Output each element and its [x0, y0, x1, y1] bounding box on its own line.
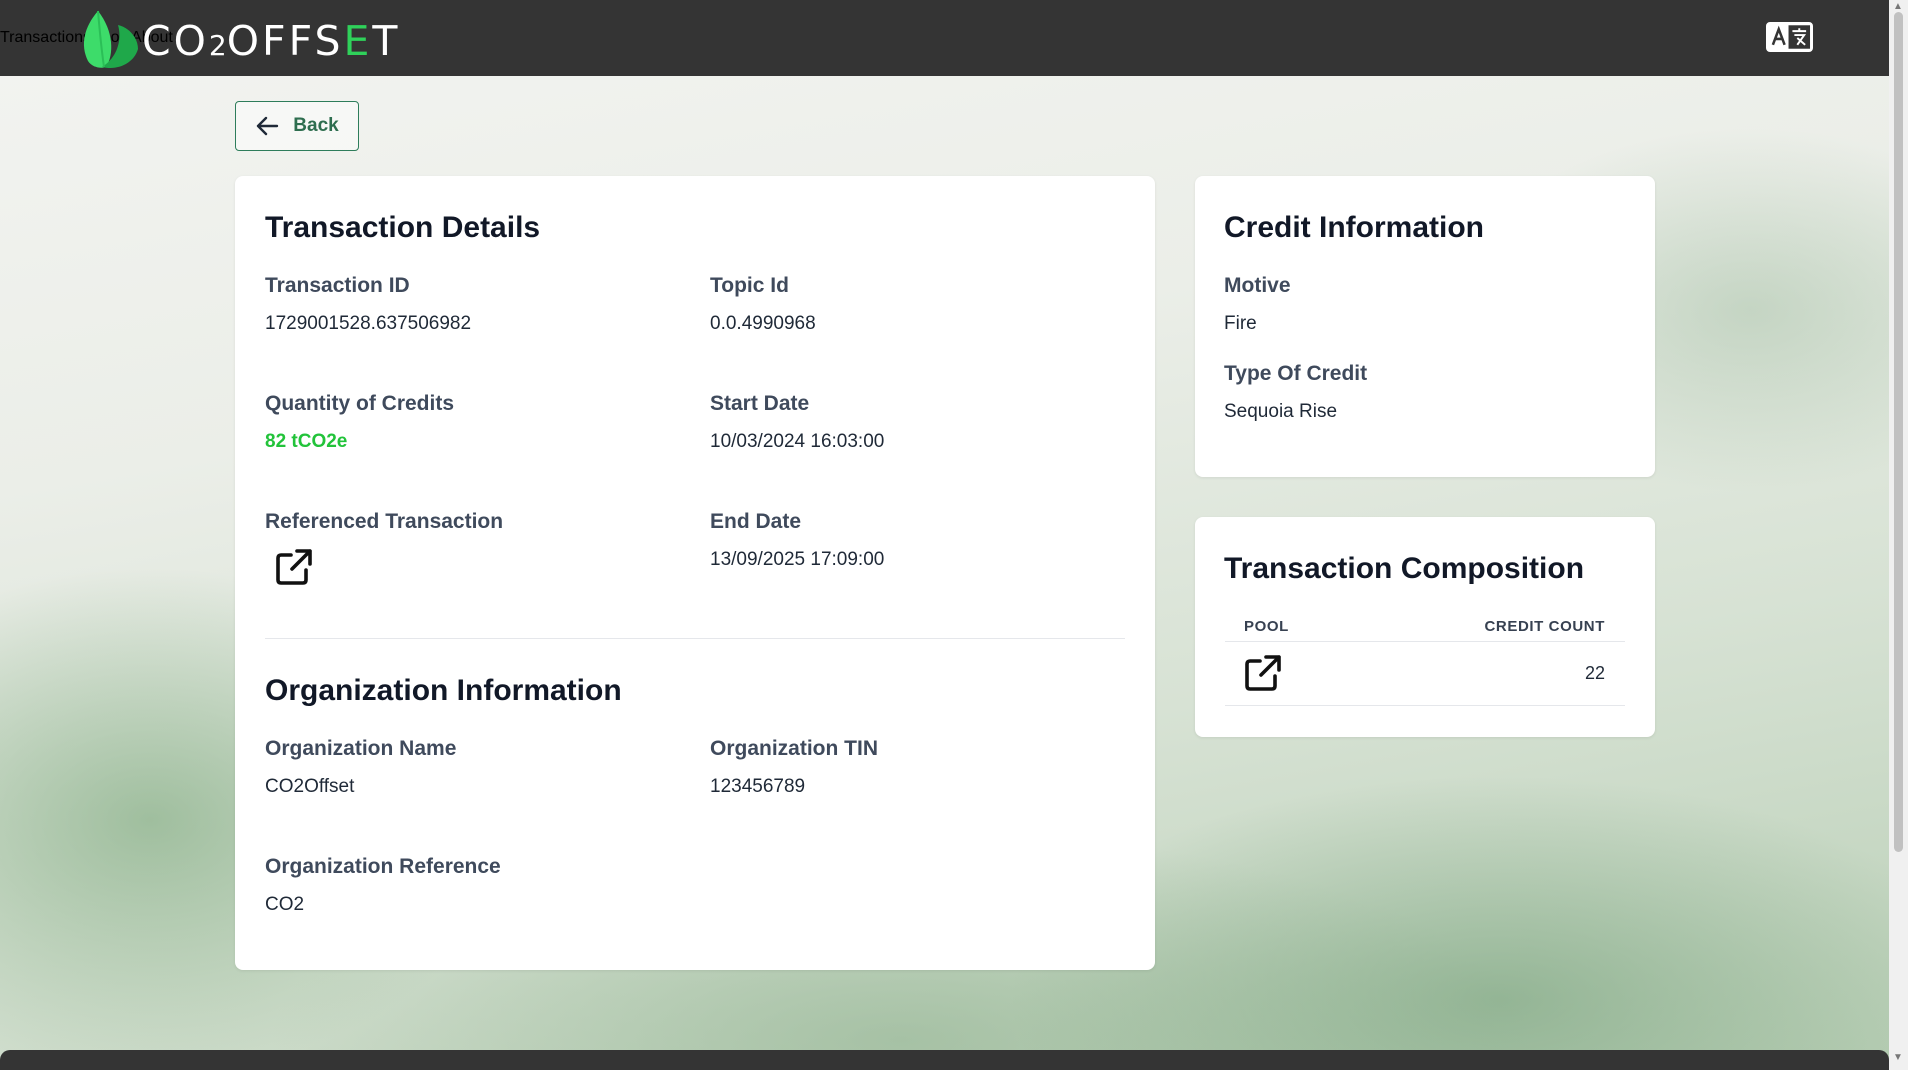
translate-icon: [1768, 24, 1811, 50]
transaction-details-card: Transaction Details Transaction ID 17290…: [235, 176, 1155, 970]
external-link-icon[interactable]: [1242, 652, 1284, 694]
start-date-value: 10/03/2024 16:03:00: [710, 431, 885, 452]
organization-tin-label: Organization TIN: [710, 737, 878, 760]
referenced-transaction-label: Referenced Transaction: [265, 510, 504, 533]
column-header-credit-count: CREDIT COUNT: [1484, 618, 1605, 635]
external-link-icon[interactable]: [273, 546, 315, 588]
start-date-label: Start Date: [710, 392, 810, 415]
table-row: 22: [1225, 642, 1625, 705]
quantity-value: 82 tCO2e: [265, 431, 348, 452]
logo[interactable]: CO2OFFSET: [78, 4, 400, 72]
organization-name-value: CO2Offset: [265, 776, 355, 797]
organization-tin-value: 123456789: [710, 776, 806, 797]
transaction-composition-title: Transaction Composition: [1224, 552, 1585, 585]
transaction-composition-card: Transaction Composition POOL CREDIT COUN…: [1195, 517, 1655, 737]
topic-id-label: Topic Id: [710, 274, 789, 297]
quantity-label: Quantity of Credits: [265, 392, 455, 415]
footer-bar: [0, 1050, 1889, 1070]
credit-information-card: Credit Information Motive Fire Type Of C…: [1195, 176, 1655, 477]
scrollbar-thumb[interactable]: [1894, 12, 1903, 852]
end-date-label: End Date: [710, 510, 802, 533]
transaction-details-title: Transaction Details: [265, 211, 541, 244]
table-row-divider: [1225, 705, 1625, 706]
language-button[interactable]: [1766, 22, 1813, 52]
arrow-left-icon: [257, 116, 279, 136]
back-button[interactable]: Back: [235, 101, 359, 151]
transaction-id-value: 1729001528.637506982: [265, 313, 472, 334]
organization-name-label: Organization Name: [265, 737, 457, 760]
top-navbar: CO2OFFSET Transactions Pools About: [0, 0, 1889, 76]
scroll-up-arrow-icon[interactable]: ▲: [1893, 1, 1903, 12]
credit-information-title: Credit Information: [1224, 211, 1484, 244]
leaf-logo-icon: [83, 10, 138, 69]
back-button-label: Back: [293, 115, 339, 136]
type-of-credit-value: Sequoia Rise: [1224, 401, 1338, 422]
motive-value: Fire: [1224, 313, 1257, 334]
organization-title: Organization Information: [265, 674, 622, 707]
topic-id-value: 0.0.4990968: [710, 313, 816, 334]
organization-reference-value: CO2: [265, 894, 305, 915]
end-date-value: 13/09/2025 17:09:00: [710, 549, 885, 570]
section-divider: [265, 638, 1125, 639]
scroll-down-arrow-icon[interactable]: ▼: [1893, 1052, 1903, 1063]
organization-reference-label: Organization Reference: [265, 855, 501, 878]
column-header-pool: POOL: [1244, 618, 1289, 635]
motive-label: Motive: [1224, 274, 1291, 297]
page-scrollbar[interactable]: ▲ ▼: [1889, 0, 1908, 1070]
logo-wordmark: CO2OFFSET: [142, 17, 401, 65]
transaction-id-label: Transaction ID: [265, 274, 410, 297]
credit-count-cell: 22: [1584, 663, 1605, 683]
type-of-credit-label: Type Of Credit: [1224, 362, 1368, 385]
